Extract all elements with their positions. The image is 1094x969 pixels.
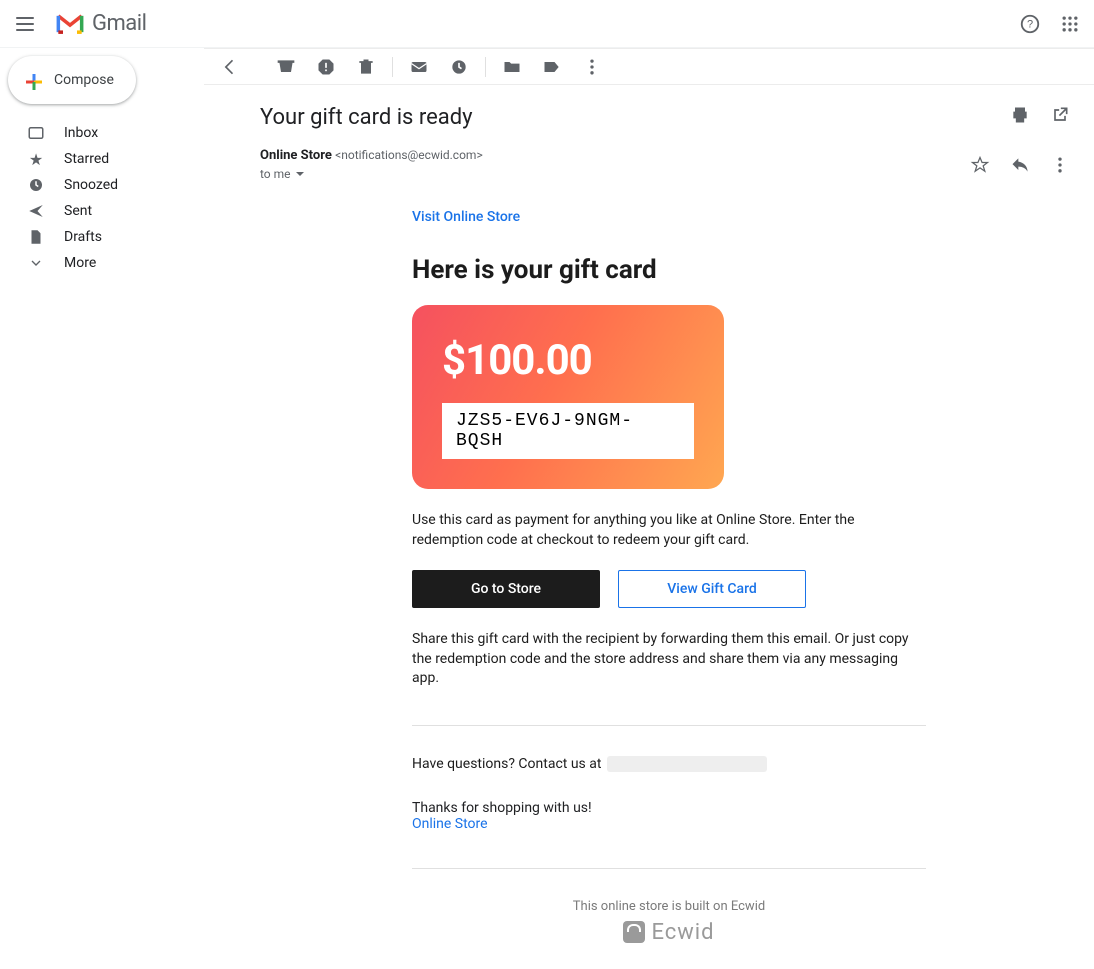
open-new-window-icon[interactable]	[1050, 105, 1070, 125]
snooze-icon[interactable]	[449, 57, 469, 77]
file-icon	[26, 227, 46, 247]
move-to-icon[interactable]	[502, 57, 522, 77]
archive-icon[interactable]	[276, 57, 296, 77]
sidebar-item-inbox[interactable]: Inbox	[8, 120, 204, 146]
star-message-icon[interactable]	[970, 155, 990, 175]
clock-icon	[26, 175, 46, 195]
gift-amount: $100.00	[442, 336, 592, 385]
sidebar-item-more[interactable]: More	[8, 250, 204, 276]
compose-label: Compose	[54, 72, 114, 88]
gift-code: JZS5-EV6J-9NGM-BQSH	[442, 403, 694, 459]
sidebar-item-label: Inbox	[64, 125, 98, 141]
sidebar-item-label: Starred	[64, 151, 109, 167]
redacted-contact	[607, 756, 767, 772]
app-name: Gmail	[92, 11, 146, 36]
store-link[interactable]: Online Store	[412, 816, 926, 832]
sidebar-item-drafts[interactable]: Drafts	[8, 224, 204, 250]
footer-text: This online store is built on Ecwid	[412, 899, 926, 914]
inbox-icon	[26, 123, 46, 143]
gift-description: Use this card as payment for anything yo…	[412, 511, 926, 550]
go-to-store-button[interactable]: Go to Store	[412, 570, 600, 608]
apps-grid-icon[interactable]	[1058, 12, 1082, 36]
email-heading: Here is your gift card	[412, 255, 926, 285]
print-icon[interactable]	[1010, 105, 1030, 125]
email-subject: Your gift card is ready	[260, 105, 473, 130]
sidebar-item-label: Snoozed	[64, 177, 118, 193]
report-spam-icon[interactable]	[316, 57, 336, 77]
sidebar-item-sent[interactable]: Sent	[8, 198, 204, 224]
plus-icon	[22, 70, 42, 90]
contact-line: Have questions? Contact us at	[412, 756, 926, 772]
labels-icon[interactable]	[542, 57, 562, 77]
thanks-line: Thanks for shopping with us!	[412, 800, 926, 816]
recipient-toggle[interactable]: to me	[260, 167, 483, 181]
gift-card: $100.00 JZS5-EV6J-9NGM-BQSH	[412, 305, 724, 489]
send-icon	[26, 201, 46, 221]
divider	[412, 725, 926, 726]
star-icon: ★	[26, 149, 46, 169]
share-instructions: Share this gift card with the recipient …	[412, 630, 926, 689]
chevron-down-icon	[26, 253, 46, 273]
menu-icon[interactable]	[16, 12, 40, 36]
view-gift-card-button[interactable]: View Gift Card	[618, 570, 806, 608]
sidebar-item-label: Sent	[64, 203, 92, 219]
sidebar-item-snoozed[interactable]: Snoozed	[8, 172, 204, 198]
sender-name: Online Store	[260, 148, 332, 163]
back-icon[interactable]	[220, 57, 240, 77]
sidebar-item-label: More	[64, 255, 96, 271]
more-message-icon[interactable]	[1050, 155, 1070, 175]
sidebar-item-label: Drafts	[64, 229, 102, 245]
sidebar-item-starred[interactable]: ★ Starred	[8, 146, 204, 172]
sender-email: <notifications@ecwid.com>	[335, 148, 483, 162]
svg-text:?: ?	[1027, 18, 1033, 30]
delete-icon[interactable]	[356, 57, 376, 77]
help-icon[interactable]: ?	[1018, 12, 1042, 36]
visit-store-link[interactable]: Visit Online Store	[412, 209, 520, 225]
divider	[412, 868, 926, 869]
reply-icon[interactable]	[1010, 155, 1030, 175]
sender-line: Online Store <notifications@ecwid.com>	[260, 148, 483, 163]
gmail-logo[interactable]: Gmail	[56, 11, 146, 36]
more-icon[interactable]	[582, 57, 602, 77]
bag-icon	[623, 921, 645, 943]
ecwid-logo: Ecwid	[412, 920, 926, 945]
mark-unread-icon[interactable]	[409, 57, 429, 77]
compose-button[interactable]: Compose	[8, 56, 136, 104]
